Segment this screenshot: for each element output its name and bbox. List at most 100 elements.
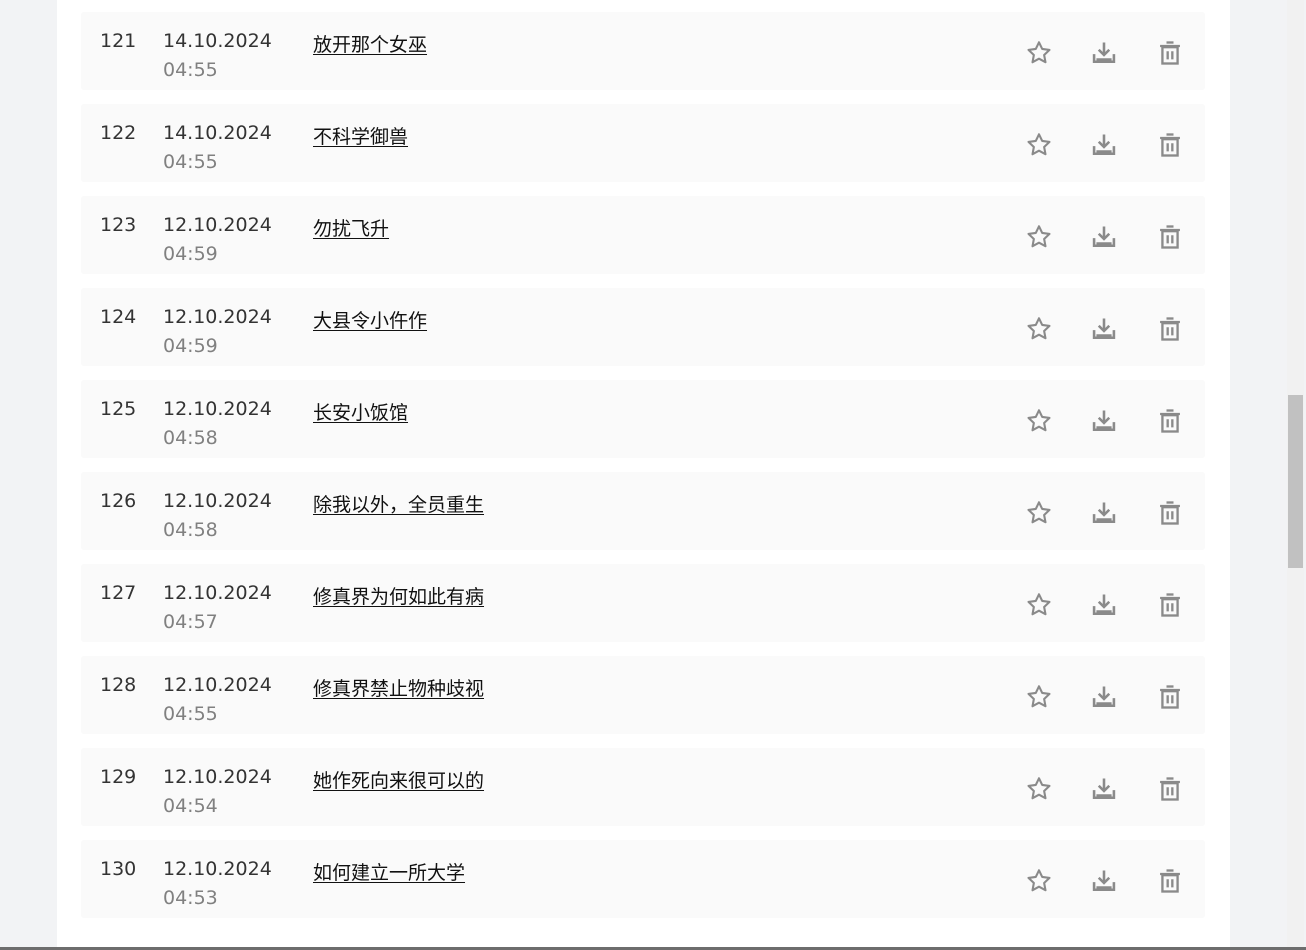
star-icon [1027, 41, 1051, 64]
row-number: 121 [100, 30, 137, 52]
list-item: 127 12.10.2024 04:57 修真界为何如此有病 [81, 564, 1205, 642]
scrollbar-thumb[interactable] [1288, 395, 1303, 568]
download-button[interactable] [1088, 773, 1120, 805]
star-icon [1027, 777, 1051, 800]
delete-button[interactable] [1154, 865, 1186, 897]
star-icon [1027, 501, 1051, 524]
download-button[interactable] [1088, 497, 1120, 529]
list-item: 122 14.10.2024 04:55 不科学御兽 [81, 104, 1205, 182]
download-icon [1092, 410, 1116, 432]
delete-button[interactable] [1154, 405, 1186, 437]
favorite-button[interactable] [1023, 37, 1055, 69]
row-time: 04:55 [163, 151, 218, 173]
download-button[interactable] [1088, 129, 1120, 161]
delete-button[interactable] [1154, 773, 1186, 805]
row-title-link[interactable]: 她作死向来很可以的 [313, 766, 484, 793]
row-date: 12.10.2024 [163, 306, 272, 328]
download-icon [1092, 870, 1116, 892]
download-icon [1092, 502, 1116, 524]
download-icon [1092, 318, 1116, 340]
row-number: 123 [100, 214, 137, 236]
download-button[interactable] [1088, 681, 1120, 713]
download-icon [1092, 226, 1116, 248]
download-button[interactable] [1088, 37, 1120, 69]
row-title-link[interactable]: 如何建立一所大学 [313, 858, 465, 885]
row-title-link[interactable]: 除我以外，全员重生 [313, 490, 484, 517]
star-icon [1027, 593, 1051, 616]
row-date: 12.10.2024 [163, 214, 272, 236]
row-time: 04:58 [163, 427, 218, 449]
row-time: 04:59 [163, 243, 218, 265]
star-icon [1027, 317, 1051, 340]
favorite-button[interactable] [1023, 405, 1055, 437]
star-icon [1027, 409, 1051, 432]
star-icon [1027, 133, 1051, 156]
delete-button[interactable] [1154, 129, 1186, 161]
list-item: 121 14.10.2024 04:55 放开那个女巫 [81, 12, 1205, 90]
trash-icon [1160, 685, 1180, 709]
row-time: 04:58 [163, 519, 218, 541]
row-title-link[interactable]: 长安小饭馆 [313, 398, 408, 425]
list-item: 125 12.10.2024 04:58 长安小饭馆 [81, 380, 1205, 458]
row-date: 12.10.2024 [163, 582, 272, 604]
delete-button[interactable] [1154, 313, 1186, 345]
download-icon [1092, 134, 1116, 156]
row-time: 04:54 [163, 795, 218, 817]
star-icon [1027, 869, 1051, 892]
star-icon [1027, 225, 1051, 248]
favorite-button[interactable] [1023, 773, 1055, 805]
row-date: 12.10.2024 [163, 398, 272, 420]
row-time: 04:53 [163, 887, 218, 909]
row-time: 04:55 [163, 59, 218, 81]
vertical-scrollbar[interactable] [1287, 0, 1304, 950]
delete-button[interactable] [1154, 37, 1186, 69]
row-number: 124 [100, 306, 137, 328]
favorite-button[interactable] [1023, 497, 1055, 529]
trash-icon [1160, 317, 1180, 341]
list-item: 128 12.10.2024 04:55 修真界禁止物种歧视 [81, 656, 1205, 734]
delete-button[interactable] [1154, 681, 1186, 713]
favorite-button[interactable] [1023, 129, 1055, 161]
row-title-link[interactable]: 放开那个女巫 [313, 30, 427, 57]
favorite-button[interactable] [1023, 589, 1055, 621]
row-date: 14.10.2024 [163, 122, 272, 144]
trash-icon [1160, 41, 1180, 65]
row-date: 12.10.2024 [163, 858, 272, 880]
trash-icon [1160, 501, 1180, 525]
row-title-link[interactable]: 勿扰飞升 [313, 214, 389, 241]
download-button[interactable] [1088, 313, 1120, 345]
row-time: 04:55 [163, 703, 218, 725]
favorite-button[interactable] [1023, 681, 1055, 713]
download-icon [1092, 594, 1116, 616]
row-number: 126 [100, 490, 137, 512]
row-number: 127 [100, 582, 137, 604]
favorite-button[interactable] [1023, 313, 1055, 345]
download-button[interactable] [1088, 221, 1120, 253]
download-button[interactable] [1088, 405, 1120, 437]
delete-button[interactable] [1154, 497, 1186, 529]
row-title-link[interactable]: 大县令小仵作 [313, 306, 427, 333]
delete-button[interactable] [1154, 221, 1186, 253]
trash-icon [1160, 593, 1180, 617]
row-time: 04:57 [163, 611, 218, 633]
favorite-button[interactable] [1023, 221, 1055, 253]
main-content: 120 121 14.10.202 [57, 0, 1230, 950]
delete-button[interactable] [1154, 589, 1186, 621]
list-item: 129 12.10.2024 04:54 她作死向来很可以的 [81, 748, 1205, 826]
row-title-link[interactable]: 修真界为何如此有病 [313, 582, 484, 609]
download-button[interactable] [1088, 589, 1120, 621]
trash-icon [1160, 869, 1180, 893]
row-title-link[interactable]: 不科学御兽 [313, 122, 408, 149]
trash-icon [1160, 225, 1180, 249]
row-date: 14.10.2024 [163, 30, 272, 52]
row-number: 130 [100, 858, 137, 880]
favorite-button[interactable] [1023, 865, 1055, 897]
row-title-link[interactable]: 修真界禁止物种歧视 [313, 674, 484, 701]
download-button[interactable] [1088, 865, 1120, 897]
trash-icon [1160, 777, 1180, 801]
list-item: 124 12.10.2024 04:59 大县令小仵作 [81, 288, 1205, 366]
row-number: 122 [100, 122, 137, 144]
row-number: 128 [100, 674, 137, 696]
row-number: 125 [100, 398, 137, 420]
row-date: 12.10.2024 [163, 490, 272, 512]
